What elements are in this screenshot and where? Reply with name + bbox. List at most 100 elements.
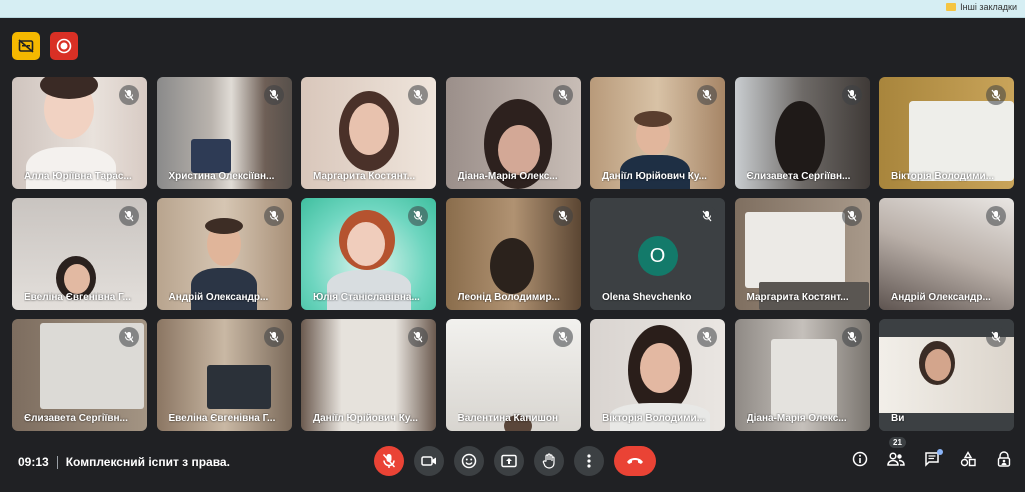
participant-name: Андрій Олександр... — [168, 292, 269, 303]
participant-tile[interactable]: Андрій Олександр... — [879, 198, 1014, 310]
activities-button[interactable] — [959, 450, 977, 468]
other-bookmarks[interactable]: Інші закладки — [946, 2, 1017, 12]
mic-off-icon — [841, 206, 862, 226]
mic-off-icon — [408, 85, 428, 105]
mic-off-icon — [697, 85, 717, 105]
side-tools: 21 — [851, 437, 1013, 468]
participant-name: Вікторія Володими... — [602, 413, 706, 424]
participant-name: Діана-Марія Олекс... — [457, 171, 558, 182]
participant-name: Даніїл Юрійович Ку... — [602, 171, 707, 182]
people-icon — [887, 452, 905, 466]
present-screen-button[interactable] — [494, 446, 524, 476]
participant-name: Вікторія Володими... — [891, 171, 995, 182]
participant-name: Леонід Володимир... — [457, 292, 560, 303]
participant-name: Маргарита Костянт... — [313, 171, 416, 182]
participant-name: Евеліна Євгенівна Г... — [24, 292, 131, 303]
more-vert-icon — [587, 454, 591, 468]
mic-off-icon — [552, 85, 573, 105]
meeting-title: Комплексний іспит з права. — [65, 455, 230, 469]
emoji-icon — [461, 453, 477, 469]
participant-name: Юлія Станіславівна... — [313, 292, 420, 303]
mic-off-icon — [119, 206, 139, 226]
call-controls — [374, 446, 656, 476]
mic-toggle-button[interactable] — [374, 446, 404, 476]
leave-call-button[interactable] — [614, 446, 656, 476]
mic-off-icon — [119, 85, 139, 105]
participant-tile[interactable]: Діана-Марія Олекс... — [445, 77, 581, 189]
participant-name: Єлизавета Сергіївн... — [24, 413, 128, 424]
participant-tile[interactable]: Діана-Марія Олекс... — [734, 319, 870, 431]
participant-name: Евеліна Євгенівна Г... — [168, 413, 276, 424]
other-bookmarks-label: Інші закладки — [960, 2, 1017, 12]
mic-off-icon — [986, 327, 1006, 347]
emoji-button[interactable] — [454, 446, 484, 476]
captions-off-badge[interactable] — [12, 32, 40, 60]
more-options-button[interactable] — [574, 446, 604, 476]
camera-icon — [421, 456, 436, 466]
participant-tile[interactable]: Евеліна Євгенівна Г... — [12, 198, 147, 310]
participant-tile[interactable]: Христина Олексіївн... — [156, 77, 292, 189]
recording-badge[interactable] — [50, 32, 78, 60]
mic-off-icon — [552, 327, 573, 347]
mic-off-icon — [697, 206, 717, 226]
participant-tile[interactable]: Андрій Олександр... — [156, 198, 292, 310]
participant-tile[interactable]: Ви — [879, 319, 1014, 431]
mic-off-icon — [552, 206, 573, 226]
participant-tile[interactable]: Леонід Володимир... — [445, 198, 581, 310]
participant-tile[interactable]: Маргарита Костянт... — [301, 77, 436, 189]
mic-off-icon — [263, 85, 284, 105]
participant-tile[interactable]: Даніїл Юрійович Ку... — [590, 77, 725, 189]
bottom-bar: 09:13 Комплексний іспит з права. 21 — [0, 436, 1025, 492]
participant-name: Валентина Капишон — [457, 413, 559, 424]
clock: 09:13 — [18, 455, 49, 469]
participants-button[interactable]: 21 — [887, 437, 906, 468]
participant-name: Єлизавета Сергіївн... — [746, 171, 851, 182]
chat-button[interactable] — [923, 449, 943, 468]
mic-off-icon — [986, 85, 1006, 105]
participant-name: Андрій Олександр... — [891, 292, 991, 303]
participant-tile[interactable]: Алла Юріївна Тарас... — [12, 77, 147, 189]
divider — [56, 455, 58, 469]
participant-tile[interactable]: Валентина Капишон — [445, 319, 581, 431]
participant-tile[interactable]: O Olena Shevchenko — [590, 198, 725, 310]
record-icon — [56, 38, 72, 54]
participant-tile[interactable]: Єлизавета Сергіївн... — [12, 319, 147, 431]
lock-person-icon — [997, 451, 1011, 467]
mic-off-icon — [697, 327, 717, 347]
end-call-icon — [627, 458, 643, 464]
participant-tile[interactable]: Маргарита Костянт... — [734, 198, 870, 310]
participants-grid: Алла Юріївна Тарас... Христина Олексіївн… — [12, 77, 1014, 431]
mic-off-icon — [119, 327, 139, 347]
unread-indicator — [937, 449, 943, 455]
participant-name: Алла Юріївна Тарас... — [24, 171, 132, 182]
bookmarks-bar: Інші закладки — [0, 0, 1025, 18]
mic-off-icon — [841, 85, 862, 105]
camera-toggle-button[interactable] — [414, 446, 444, 476]
meeting-info: 09:13 Комплексний іспит з права. — [18, 455, 230, 469]
participant-name: Діана-Марія Олекс... — [746, 413, 847, 424]
mic-off-icon — [986, 206, 1006, 226]
host-controls-button[interactable] — [995, 450, 1013, 468]
mic-off-icon — [382, 454, 396, 468]
participant-tile[interactable]: Вікторія Володими... — [879, 77, 1014, 189]
mic-off-icon — [841, 327, 862, 347]
captions-off-icon — [18, 39, 34, 53]
mic-off-icon — [408, 206, 428, 226]
participant-tile[interactable]: Юлія Станіславівна... — [301, 198, 436, 310]
participant-name: Христина Олексіївн... — [168, 171, 275, 182]
hand-icon — [542, 453, 555, 469]
participant-tile[interactable]: Єлизавета Сергіївн... — [734, 77, 870, 189]
mic-off-icon — [263, 206, 284, 226]
participant-name: Olena Shevchenko — [602, 292, 692, 303]
meeting-details-button[interactable] — [851, 450, 869, 468]
present-icon — [501, 454, 517, 468]
mic-off-icon — [408, 327, 428, 347]
folder-icon — [946, 3, 957, 11]
participant-tile[interactable]: Вікторія Володими... — [590, 319, 725, 431]
participant-name: Маргарита Костянт... — [746, 292, 849, 303]
participants-count: 21 — [889, 437, 906, 448]
participant-tile[interactable]: Евеліна Євгенівна Г... — [156, 319, 292, 431]
raise-hand-button[interactable] — [534, 446, 564, 476]
participant-tile[interactable]: Даніїл Юрійович Ку... — [301, 319, 436, 431]
shapes-icon — [960, 451, 976, 467]
